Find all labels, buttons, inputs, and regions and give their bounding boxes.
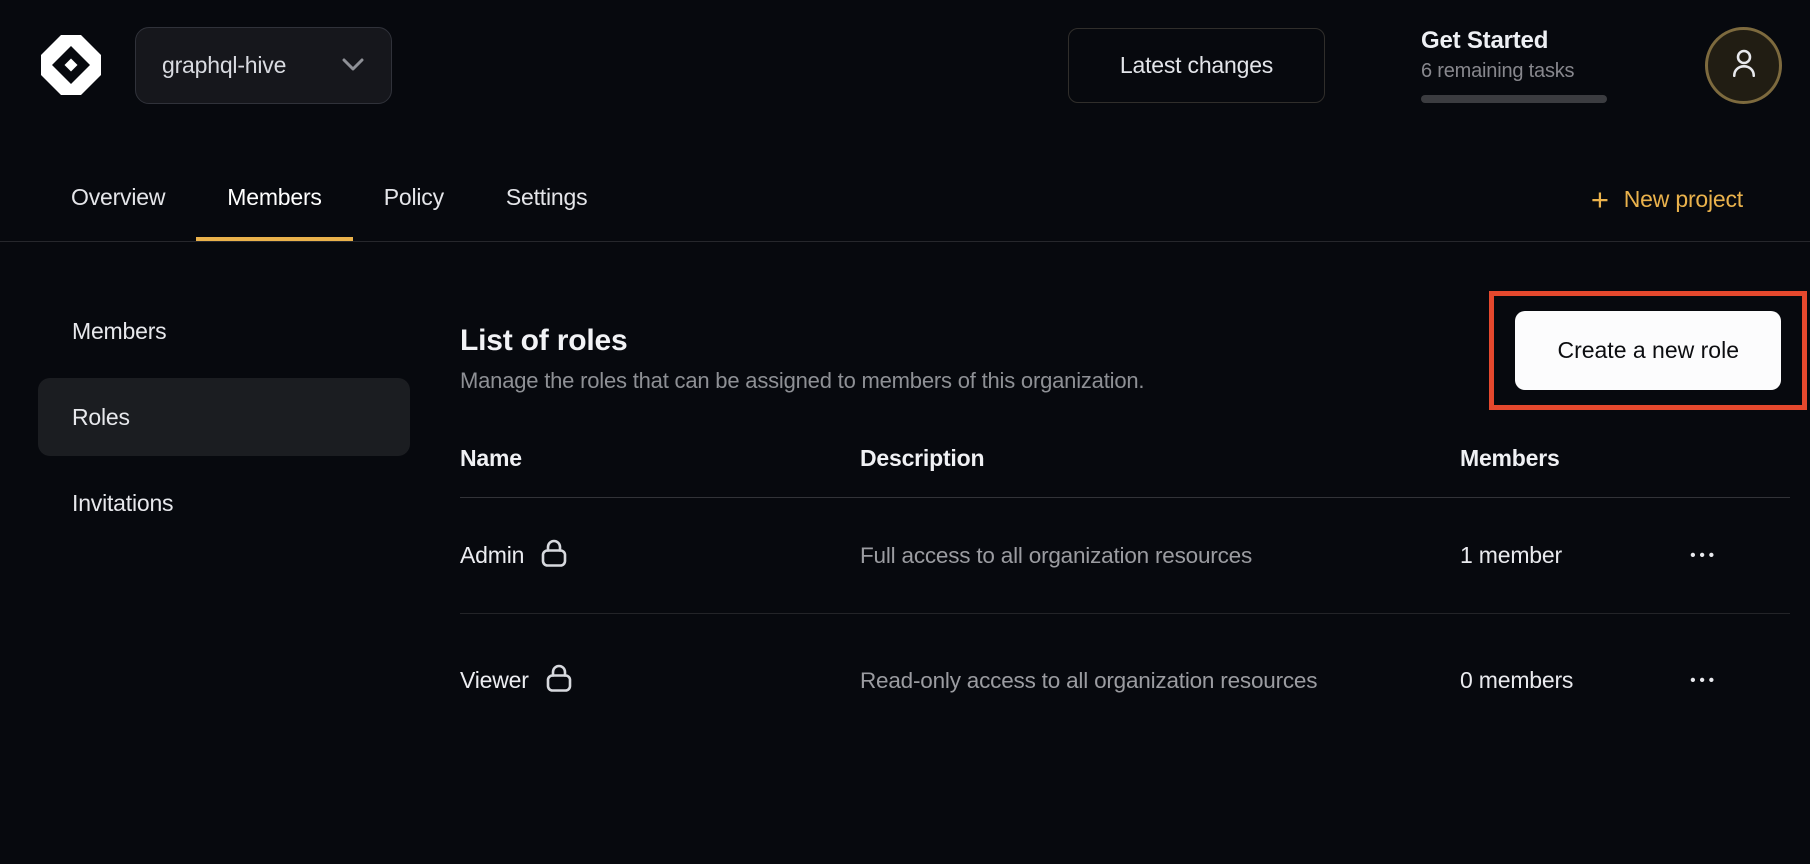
- lock-icon: [545, 663, 573, 699]
- content-area: Members Roles Invitations List of roles …: [0, 242, 1810, 864]
- new-project-label: New project: [1624, 186, 1743, 213]
- org-switcher[interactable]: graphql-hive: [135, 27, 392, 104]
- app-root: graphql-hive Latest changes Get Started …: [0, 0, 1810, 864]
- members-side-nav: Members Roles Invitations: [38, 242, 410, 864]
- role-members-cell: 0 members: [1460, 667, 1690, 694]
- annotation-highlight-box: Create a new role: [1489, 291, 1807, 410]
- tabs: Overview Members Policy Settings: [40, 184, 618, 241]
- role-name-cell: Viewer: [460, 663, 860, 699]
- table-header-row: Name Description Members: [460, 420, 1790, 498]
- org-name: graphql-hive: [162, 52, 286, 79]
- sidebar-item-members[interactable]: Members: [38, 292, 410, 370]
- tab-policy[interactable]: Policy: [353, 184, 475, 241]
- header-right: Latest changes Get Started 6 remaining t…: [1068, 27, 1782, 104]
- page-title: List of roles: [460, 324, 1144, 358]
- title-block: List of roles Manage the roles that can …: [460, 324, 1144, 394]
- plus-icon: +: [1591, 190, 1609, 210]
- ellipsis-icon: •••: [1690, 672, 1718, 689]
- row-actions-menu-button[interactable]: •••: [1690, 672, 1790, 690]
- tab-overview[interactable]: Overview: [40, 184, 196, 241]
- role-description-cell: Read-only access to all organization res…: [860, 661, 1330, 701]
- get-started-progress-bar: [1421, 95, 1607, 103]
- tab-bar: Overview Members Policy Settings + New p…: [0, 130, 1810, 242]
- lock-icon: [540, 538, 568, 574]
- hive-logo-icon: [37, 31, 105, 99]
- table-row-admin: Admin Full access to all organization re…: [460, 498, 1790, 614]
- new-project-link[interactable]: + New project: [1591, 186, 1743, 241]
- chevron-down-icon: [341, 58, 365, 72]
- get-started-subtitle: 6 remaining tasks: [1421, 60, 1607, 83]
- sidebar-item-roles[interactable]: Roles: [38, 378, 410, 456]
- roles-header: List of roles Manage the roles that can …: [460, 291, 1790, 410]
- column-header-description: Description: [860, 445, 1460, 472]
- role-members-cell: 1 member: [1460, 542, 1690, 569]
- role-name-cell: Admin: [460, 538, 860, 574]
- sidebar-item-invitations[interactable]: Invitations: [38, 464, 410, 542]
- tab-settings[interactable]: Settings: [475, 184, 619, 241]
- roles-table: Name Description Members Admin: [460, 420, 1790, 747]
- tab-members[interactable]: Members: [196, 184, 352, 241]
- roles-main: List of roles Manage the roles that can …: [460, 242, 1790, 864]
- role-description-cell: Full access to all organization resource…: [860, 536, 1330, 576]
- row-actions-menu-button[interactable]: •••: [1690, 547, 1790, 565]
- table-row-viewer: Viewer Read-only access to all organizat…: [460, 614, 1790, 747]
- ellipsis-icon: •••: [1690, 547, 1718, 564]
- column-header-name: Name: [460, 445, 860, 472]
- get-started-title: Get Started: [1421, 27, 1607, 55]
- top-header: graphql-hive Latest changes Get Started …: [0, 0, 1810, 130]
- user-icon: [1726, 45, 1762, 86]
- user-avatar[interactable]: [1705, 27, 1782, 104]
- column-header-members: Members: [1460, 445, 1690, 472]
- get-started-widget[interactable]: Get Started 6 remaining tasks: [1421, 27, 1607, 103]
- latest-changes-button[interactable]: Latest changes: [1068, 28, 1325, 103]
- page-subtitle: Manage the roles that can be assigned to…: [460, 368, 1144, 394]
- create-new-role-button[interactable]: Create a new role: [1515, 311, 1781, 390]
